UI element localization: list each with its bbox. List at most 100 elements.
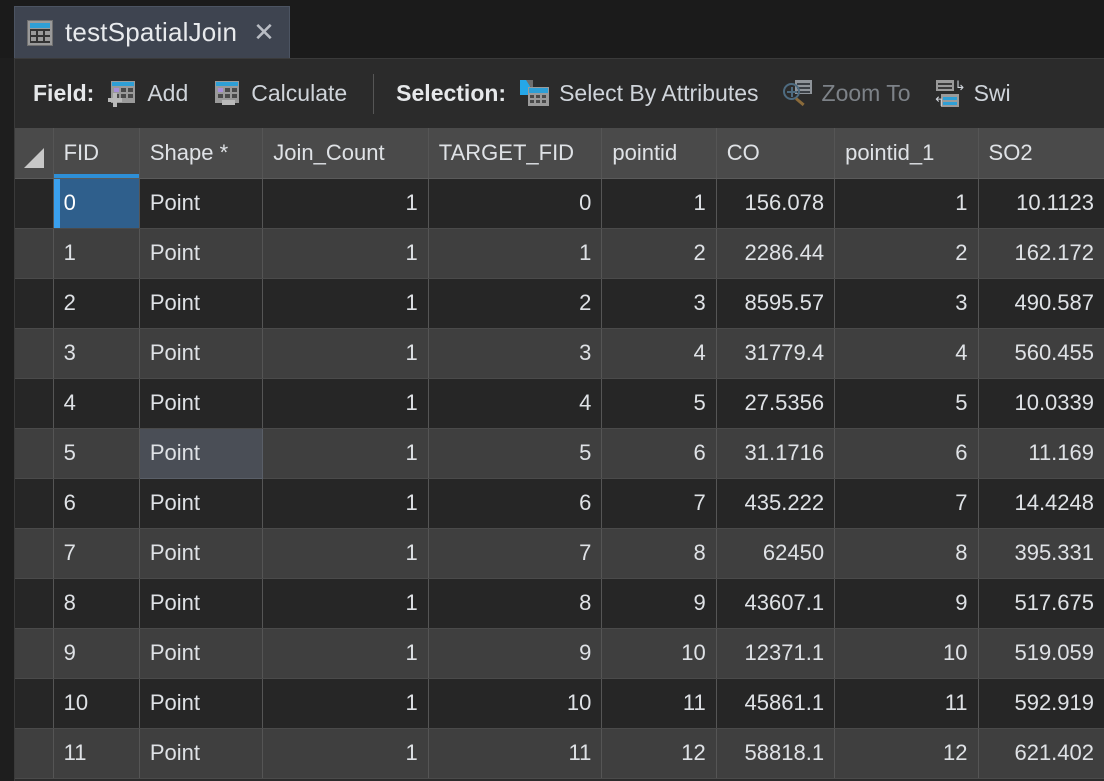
cell-pointid[interactable]: 7 (601, 478, 717, 529)
cell-pointid_1[interactable]: 8 (834, 528, 979, 579)
column-header-fid[interactable]: FID (53, 128, 140, 179)
cell-pointid[interactable]: 10 (601, 628, 717, 679)
column-header-co[interactable]: CO (716, 128, 836, 179)
cell-shape[interactable]: Point (138, 427, 264, 479)
cell-co[interactable]: 58818.1 (716, 728, 836, 779)
cell-pointid[interactable]: 2 (601, 228, 717, 279)
cell-join_count[interactable]: 1 (262, 528, 429, 579)
cell-join_count[interactable]: 1 (262, 228, 429, 279)
row-selector[interactable] (15, 628, 54, 679)
cell-so2[interactable]: 10.1123 (978, 178, 1104, 229)
cell-fid[interactable]: 10 (53, 678, 140, 729)
cell-target_fid[interactable]: 8 (428, 578, 603, 629)
cell-join_count[interactable]: 1 (262, 278, 429, 329)
cell-fid[interactable]: 6 (53, 478, 140, 529)
cell-fid[interactable]: 11 (53, 728, 140, 779)
column-header-pointid_1[interactable]: pointid_1 (834, 128, 979, 179)
column-header-target_fid[interactable]: TARGET_FID (428, 128, 603, 179)
cell-target_fid[interactable]: 7 (428, 528, 603, 579)
cell-pointid[interactable]: 1 (601, 178, 717, 229)
row-selector[interactable] (15, 278, 54, 329)
row-selector[interactable] (15, 378, 54, 429)
table-row[interactable]: 6 Point 1 6 7 435.222 7 14.4248 (15, 478, 1104, 529)
add-field-button[interactable]: Add (108, 80, 188, 108)
cell-co[interactable]: 45861.1 (716, 678, 836, 729)
cell-pointid[interactable]: 5 (601, 378, 717, 429)
zoom-to-button[interactable]: Zoom To (782, 79, 911, 108)
cell-shape[interactable]: Point (139, 528, 264, 579)
table-row[interactable]: 9 Point 1 9 10 12371.1 10 519.059 (15, 628, 1104, 679)
cell-so2[interactable]: 14.4248 (978, 478, 1104, 529)
cell-co[interactable]: 27.5356 (716, 378, 836, 429)
cell-fid[interactable]: 2 (53, 278, 140, 329)
cell-fid[interactable]: 8 (53, 578, 140, 629)
column-header-pointid[interactable]: pointid (601, 128, 717, 179)
cell-pointid[interactable]: 9 (601, 578, 717, 629)
table-row[interactable]: 8 Point 1 8 9 43607.1 9 517.675 (15, 578, 1104, 629)
cell-pointid_1[interactable]: 6 (834, 428, 979, 479)
table-row[interactable]: 5 Point 1 5 6 31.1716 6 11.169 (15, 427, 1104, 479)
cell-join_count[interactable]: 1 (262, 628, 429, 679)
cell-fid[interactable]: 3 (53, 328, 140, 379)
cell-join_count[interactable]: 1 (262, 328, 429, 379)
cell-pointid_1[interactable]: 5 (834, 378, 979, 429)
cell-co[interactable]: 12371.1 (716, 628, 836, 679)
cell-shape[interactable]: Point (139, 328, 264, 379)
select-all-corner-icon[interactable] (15, 128, 54, 179)
table-row[interactable]: 3 Point 1 3 4 31779.4 4 560.455 (15, 328, 1104, 379)
cell-pointid[interactable]: 3 (601, 278, 717, 329)
cell-shape[interactable]: Point (139, 278, 264, 329)
cell-fid[interactable]: 4 (53, 378, 140, 429)
cell-shape[interactable]: Point (139, 478, 264, 529)
cell-join_count[interactable]: 1 (262, 478, 429, 529)
cell-fid[interactable]: 9 (53, 628, 140, 679)
cell-target_fid[interactable]: 0 (428, 178, 603, 229)
cell-join_count[interactable]: 1 (262, 678, 429, 729)
switch-selection-button[interactable]: ↳ ↰ Swi (934, 79, 1011, 108)
row-selector[interactable] (15, 728, 54, 779)
cell-shape[interactable]: Point (139, 678, 264, 729)
cell-pointid_1[interactable]: 2 (834, 228, 979, 279)
cell-pointid[interactable]: 6 (601, 428, 717, 479)
cell-fid[interactable]: 5 (53, 428, 140, 479)
table-row[interactable]: 7 Point 1 7 8 62450 8 395.331 (15, 528, 1104, 579)
row-selector[interactable] (15, 228, 54, 279)
cell-target_fid[interactable]: 1 (428, 228, 603, 279)
cell-so2[interactable]: 592.919 (978, 678, 1104, 729)
row-selector[interactable] (15, 428, 54, 479)
row-selector[interactable] (15, 328, 54, 379)
cell-pointid[interactable]: 4 (601, 328, 717, 379)
cell-target_fid[interactable]: 10 (428, 678, 603, 729)
row-selector[interactable] (15, 178, 54, 229)
cell-shape[interactable]: Point (139, 178, 264, 229)
table-row[interactable]: 4 Point 1 4 5 27.5356 5 10.0339 (15, 378, 1104, 429)
cell-join_count[interactable]: 1 (262, 578, 429, 629)
cell-pointid[interactable]: 11 (601, 678, 717, 729)
cell-so2[interactable]: 11.169 (978, 428, 1104, 479)
cell-pointid_1[interactable]: 1 (834, 178, 979, 229)
cell-join_count[interactable]: 1 (262, 378, 429, 429)
cell-so2[interactable]: 395.331 (978, 528, 1104, 579)
calculate-field-button[interactable]: Calculate (212, 80, 347, 108)
select-by-attributes-button[interactable]: Select By Attributes (520, 79, 759, 108)
cell-pointid_1[interactable]: 9 (834, 578, 979, 629)
cell-co[interactable]: 156.078 (716, 178, 836, 229)
cell-target_fid[interactable]: 3 (428, 328, 603, 379)
cell-target_fid[interactable]: 11 (428, 728, 603, 779)
cell-join_count[interactable]: 1 (262, 178, 429, 229)
cell-shape[interactable]: Point (139, 628, 264, 679)
cell-target_fid[interactable]: 6 (428, 478, 603, 529)
cell-pointid_1[interactable]: 11 (834, 678, 979, 729)
table-row[interactable]: 10 Point 1 10 11 45861.1 11 592.919 (15, 678, 1104, 729)
cell-co[interactable]: 43607.1 (716, 578, 836, 629)
cell-co[interactable]: 8595.57 (716, 278, 836, 329)
column-header-shape[interactable]: Shape * (139, 128, 264, 179)
cell-target_fid[interactable]: 5 (428, 428, 603, 479)
cell-pointid_1[interactable]: 12 (834, 728, 979, 779)
cell-co[interactable]: 62450 (716, 528, 836, 579)
cell-so2[interactable]: 490.587 (978, 278, 1104, 329)
cell-join_count[interactable]: 1 (262, 728, 429, 779)
cell-shape[interactable]: Point (139, 228, 264, 279)
cell-pointid[interactable]: 12 (601, 728, 717, 779)
row-selector[interactable] (15, 478, 54, 529)
